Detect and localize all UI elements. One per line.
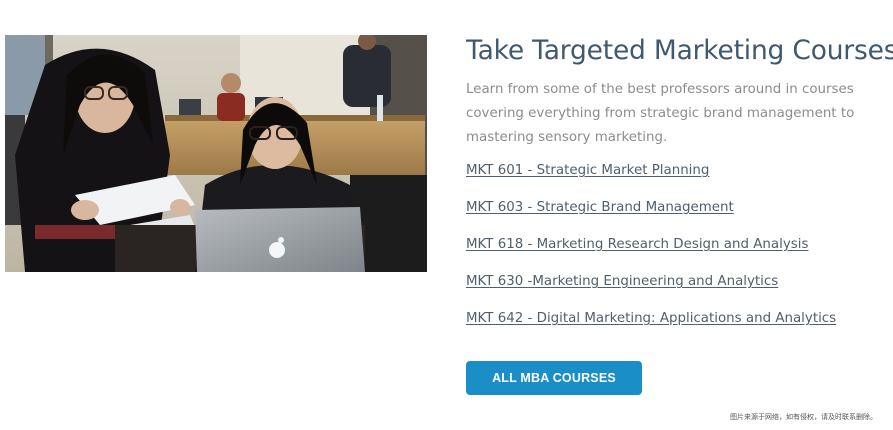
course-section: Take Targeted Marketing Courses Learn fr…	[466, 32, 893, 343]
course-link-mkt-630[interactable]: MKT 630 -Marketing Engineering and Analy…	[466, 274, 778, 289]
list-item: MKT 601 - Strategic Market Planning	[466, 158, 891, 195]
course-link-mkt-618[interactable]: MKT 618 - Marketing Research Design and …	[466, 237, 808, 252]
list-item: MKT 603 - Strategic Brand Management	[466, 195, 891, 232]
list-item: MKT 618 - Marketing Research Design and …	[466, 232, 891, 269]
course-list: MKT 601 - Strategic Market Planning MKT …	[466, 158, 891, 343]
course-link-mkt-603[interactable]: MKT 603 - Strategic Brand Management	[466, 200, 734, 215]
list-item: MKT 630 -Marketing Engineering and Analy…	[466, 269, 891, 306]
section-title: Take Targeted Marketing Courses	[466, 35, 893, 66]
course-link-mkt-601[interactable]: MKT 601 - Strategic Market Planning	[466, 163, 709, 178]
list-item: MKT 642 - Digital Marketing: Application…	[466, 306, 891, 343]
image-source-notice: 图片来源于网络，如有侵权，请及时联系删除。	[730, 413, 877, 421]
section-intro: Learn from some of the best professors a…	[466, 82, 855, 145]
all-mba-courses-button[interactable]: ALL MBA COURSES	[466, 361, 642, 395]
course-link-mkt-642[interactable]: MKT 642 - Digital Marketing: Application…	[466, 311, 836, 326]
course-promo-page: Take Targeted Marketing Courses Learn fr…	[0, 0, 893, 430]
students-classroom-photo	[5, 35, 427, 272]
